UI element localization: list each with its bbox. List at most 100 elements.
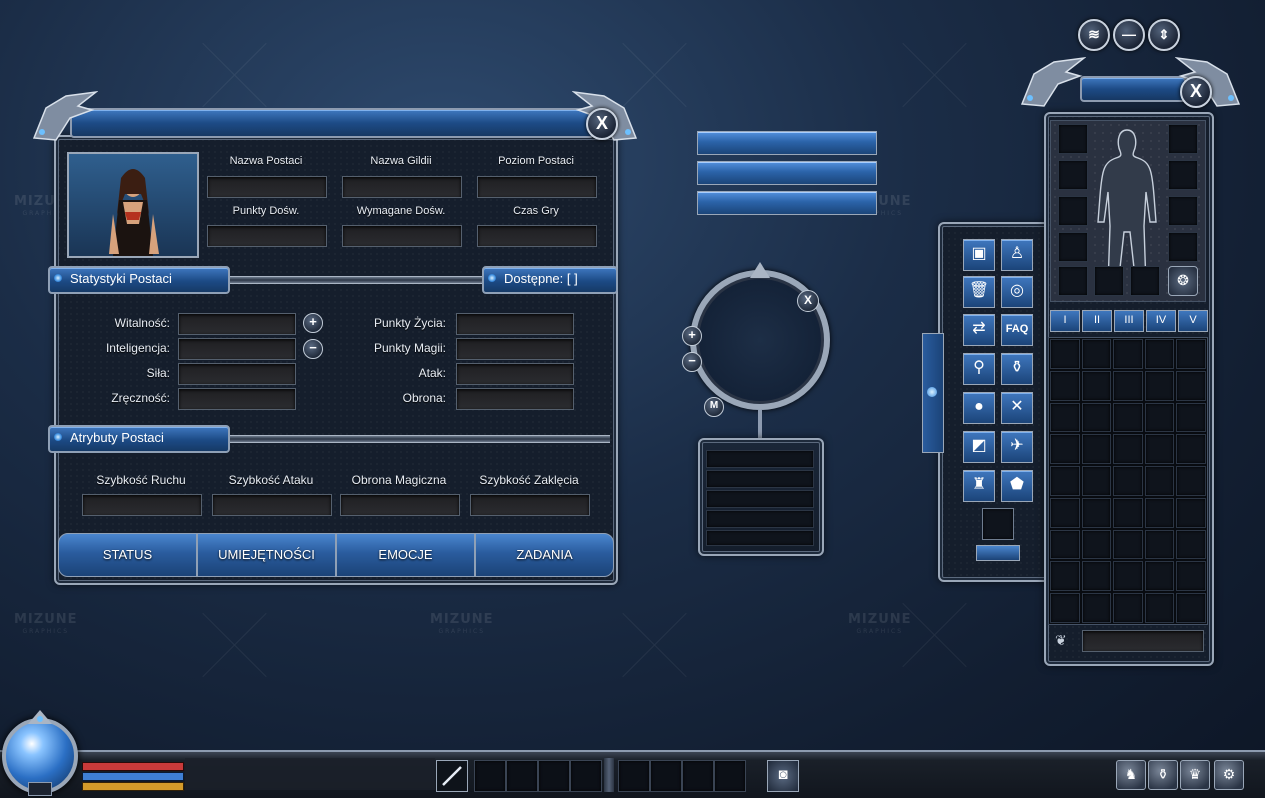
equip-slot[interactable] (1130, 266, 1160, 296)
equip-slot[interactable] (1058, 124, 1088, 154)
hotbar-slot[interactable] (714, 760, 746, 792)
bag-button[interactable]: ⚱ (1001, 353, 1033, 385)
orb-button[interactable]: ● (963, 392, 995, 424)
inventory-slot[interactable] (1176, 370, 1206, 401)
chest-button[interactable]: ▣ (963, 239, 995, 271)
equip-slot[interactable] (1058, 232, 1088, 262)
equip-slot[interactable] (1058, 160, 1088, 190)
skills-button[interactable]: UMIEJĘTNOŚCI (197, 533, 336, 577)
quests-button[interactable]: ZADANIA (475, 533, 614, 577)
search-x-button[interactable]: ✕ (1001, 392, 1033, 424)
inventory-slot[interactable] (1176, 593, 1206, 623)
inventory-slot[interactable] (1050, 529, 1080, 560)
inventory-tab-2[interactable]: II (1082, 310, 1112, 332)
hotbar-slot[interactable] (618, 760, 650, 792)
side-menu-toggle[interactable] (922, 333, 944, 453)
character-window-titlebar[interactable] (70, 108, 594, 138)
inventory-tab-4[interactable]: IV (1146, 310, 1176, 332)
inventory-slot[interactable] (1050, 434, 1080, 465)
resize-button[interactable]: ⇕ (1148, 19, 1180, 51)
compass-button[interactable]: ◎ (1001, 276, 1033, 308)
zoom-out-button[interactable]: − (682, 352, 702, 372)
status-button[interactable]: STATUS (58, 533, 197, 577)
world-map-button[interactable]: M (704, 397, 724, 417)
stone-button[interactable]: ⬟ (1001, 470, 1033, 502)
increase-stat-button[interactable]: + (303, 313, 323, 333)
equipment-cycle-button[interactable]: ❂ (1168, 266, 1198, 296)
side-menu-empty-slot[interactable] (982, 508, 1014, 540)
inventory-slot[interactable] (1081, 497, 1112, 528)
faq-button[interactable]: FAQ (1001, 314, 1033, 346)
equip-slot[interactable] (1094, 266, 1124, 296)
inventory-slot[interactable] (1113, 529, 1143, 560)
inventory-slot[interactable] (1176, 466, 1206, 496)
inventory-slot[interactable] (1144, 593, 1175, 623)
inventory-close-button[interactable]: X (1180, 76, 1212, 108)
trash-button[interactable]: 🗑 (963, 276, 995, 308)
hotbar-slot[interactable] (682, 760, 714, 792)
inventory-tab-5[interactable]: V (1178, 310, 1208, 332)
inventory-slot[interactable] (1050, 370, 1080, 401)
minimize-button[interactable]: — (1113, 19, 1145, 51)
system-button-2[interactable]: ⚱ (1148, 760, 1178, 790)
inventory-slot[interactable] (1113, 561, 1143, 592)
inventory-slot[interactable] (1081, 466, 1112, 496)
inventory-slot[interactable] (1176, 434, 1206, 465)
inventory-slot[interactable] (1113, 466, 1143, 496)
inventory-slot[interactable] (1081, 561, 1112, 592)
inventory-slot[interactable] (1081, 434, 1112, 465)
emotes-button[interactable]: EMOCJE (336, 533, 475, 577)
system-button-1[interactable]: ♞ (1116, 760, 1146, 790)
teleport-button[interactable]: ⚲ (963, 353, 995, 385)
inventory-slot[interactable] (1144, 339, 1175, 369)
inventory-slot[interactable] (1081, 339, 1112, 369)
inventory-slot[interactable] (1113, 434, 1143, 465)
inventory-tab-1[interactable]: I (1050, 310, 1080, 332)
system-button-4[interactable]: ⚙ (1214, 760, 1244, 790)
inventory-slot[interactable] (1144, 434, 1175, 465)
minimap-close-button[interactable]: X (797, 290, 819, 312)
attributes-section-tab[interactable]: Atrybuty Postaci (48, 425, 230, 453)
hotbar-slot[interactable] (650, 760, 682, 792)
decrease-stat-button[interactable]: − (303, 339, 323, 359)
scroll-button[interactable]: ◩ (963, 431, 995, 463)
inventory-slot[interactable] (1113, 497, 1143, 528)
inventory-slot[interactable] (1144, 497, 1175, 528)
equip-slot[interactable] (1168, 232, 1198, 262)
inventory-tab-3[interactable]: III (1114, 310, 1144, 332)
inventory-slot[interactable] (1081, 593, 1112, 623)
inventory-slot[interactable] (1113, 339, 1143, 369)
inventory-slot[interactable] (1081, 529, 1112, 560)
inventory-slot[interactable] (1050, 561, 1080, 592)
armor-button[interactable]: ♜ (963, 470, 995, 502)
camera-button[interactable]: ◙ (767, 760, 799, 792)
inventory-slot[interactable] (1081, 402, 1112, 433)
inventory-slot[interactable] (1176, 402, 1206, 433)
bird-button[interactable]: ✈ (1001, 431, 1033, 463)
inventory-slot[interactable] (1050, 339, 1080, 369)
inventory-slot[interactable] (1050, 402, 1080, 433)
inventory-slot[interactable] (1144, 466, 1175, 496)
equip-slot[interactable] (1058, 266, 1088, 296)
hotbar-slot[interactable] (538, 760, 570, 792)
inventory-slot[interactable] (1050, 466, 1080, 496)
inventory-slot[interactable] (1081, 370, 1112, 401)
inventory-slot[interactable] (1176, 497, 1206, 528)
stats-section-tab[interactable]: Statystyki Postaci (48, 266, 230, 294)
inventory-titlebar[interactable] (1080, 76, 1186, 102)
hotbar-slot[interactable] (474, 760, 506, 792)
inventory-slot[interactable] (1144, 402, 1175, 433)
zoom-in-button[interactable]: + (682, 326, 702, 346)
equip-slot[interactable] (1168, 160, 1198, 190)
equip-slot[interactable] (1168, 196, 1198, 226)
inventory-slot[interactable] (1050, 593, 1080, 623)
exchange-button[interactable]: ⇄ (963, 314, 995, 346)
side-menu-small-bar[interactable] (976, 545, 1020, 561)
attack-skill-button[interactable] (436, 760, 468, 792)
inventory-slot[interactable] (1144, 561, 1175, 592)
equip-slot[interactable] (1058, 196, 1088, 226)
character-window-close-button[interactable]: X (586, 108, 618, 140)
hotbar-slot[interactable] (506, 760, 538, 792)
inventory-slot[interactable] (1176, 529, 1206, 560)
hotbar-slot[interactable] (570, 760, 602, 792)
